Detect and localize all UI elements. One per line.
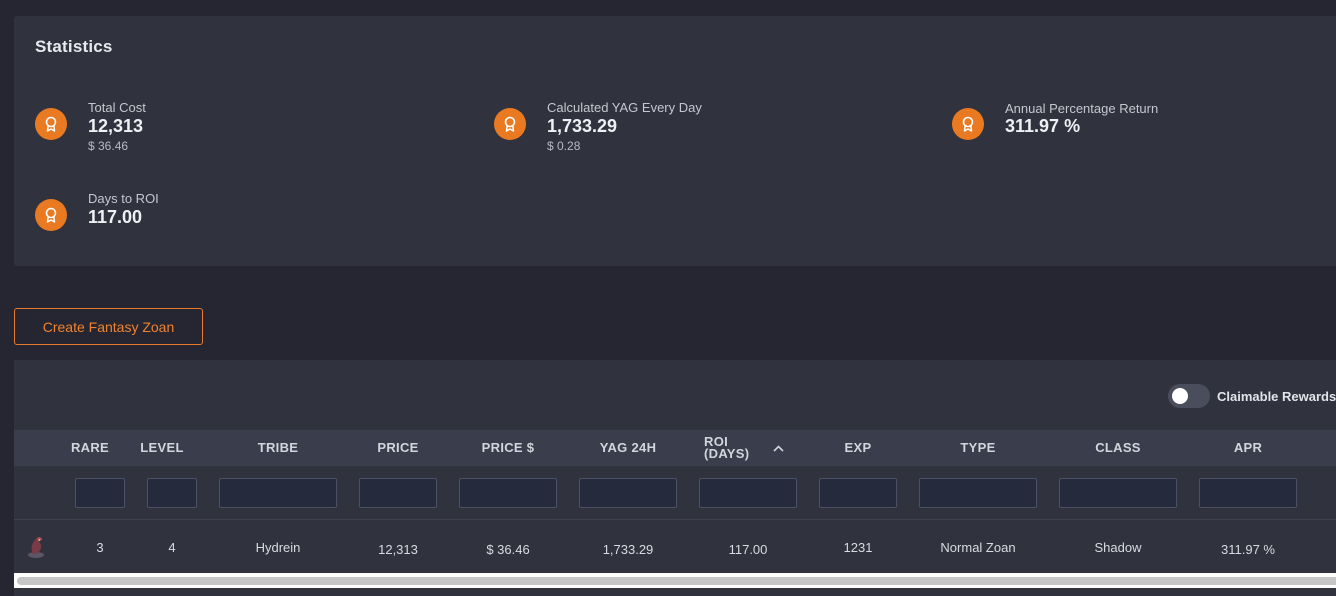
cell-apr: 311.97 % (1221, 541, 1275, 557)
horizontal-scrollbar[interactable] (14, 573, 1336, 588)
filter-roi-days-input[interactable] (699, 478, 797, 508)
table-row[interactable]: 3 4 Hydrein 12,313 $ 36.46 1,733.29 117.… (14, 521, 1336, 573)
cell-exp: 1231 (843, 539, 873, 555)
column-header-level[interactable]: LEVEL (132, 430, 192, 466)
column-header-price[interactable]: PRICE (359, 430, 437, 466)
award-icon (35, 108, 67, 140)
award-icon (952, 108, 984, 140)
stat-value: 12,313 (88, 116, 144, 136)
cell-type: Normal Zoan (940, 539, 1016, 555)
create-fantasy-zoan-button[interactable]: Create Fantasy Zoan (14, 308, 203, 345)
filter-level-input[interactable] (147, 478, 197, 508)
statistics-title: Statistics (35, 37, 113, 56)
statistics-card: Statistics Total Cost 12,313 $ 36.46 Cal… (14, 16, 1336, 266)
sort-ascending-icon[interactable] (768, 430, 788, 466)
filter-rare-input[interactable] (75, 478, 125, 508)
column-header-roi-days[interactable]: ROI (DAYS) (704, 430, 754, 466)
stat-label: Days to ROI (88, 191, 159, 206)
scrollbar-thumb[interactable] (17, 577, 1336, 585)
award-icon (35, 199, 67, 231)
claimable-rewards-label: Claimable Rewards (1217, 389, 1336, 404)
column-header-roi-days-label: ROI (DAYS) (704, 434, 750, 461)
column-header-class[interactable]: CLASS (1059, 430, 1177, 466)
cell-tribe: Hydrein (255, 539, 301, 555)
filter-yag-24h-input[interactable] (579, 478, 677, 508)
cell-price-usd: $ 36.46 (486, 541, 530, 557)
claimable-rewards-toggle[interactable] (1168, 384, 1210, 408)
column-header-tribe[interactable]: TRIBE (219, 430, 337, 466)
stat-value: 1,733.29 (547, 116, 618, 136)
cell-rare: 3 (96, 539, 104, 555)
stat-label: Total Cost (88, 100, 146, 115)
table-header: RARE LEVEL TRIBE PRICE PRICE $ YAG 24H R… (14, 430, 1336, 466)
column-header-price-usd[interactable]: PRICE $ (459, 430, 557, 466)
column-header-yag-24h[interactable]: YAG 24H (579, 430, 677, 466)
stat-value: 311.97 % (1005, 116, 1081, 136)
zoan-table-card: Claimable Rewards RARE LEVEL TRIBE PRICE… (14, 360, 1336, 596)
column-header-exp[interactable]: EXP (819, 430, 897, 466)
cell-level: 4 (168, 539, 176, 555)
cell-roi-days: 117.00 (728, 541, 768, 557)
column-header-rare[interactable]: RARE (60, 430, 120, 466)
stat-value: 117.00 (88, 207, 143, 227)
cell-price: 12,313 (378, 541, 418, 557)
column-header-type[interactable]: TYPE (919, 430, 1037, 466)
toggle-knob (1172, 388, 1188, 404)
filter-exp-input[interactable] (819, 478, 897, 508)
filter-apr-input[interactable] (1199, 478, 1297, 508)
filter-tribe-input[interactable] (219, 478, 337, 508)
stat-sub-value: $ 36.46 (88, 139, 129, 153)
filter-class-input[interactable] (1059, 478, 1177, 508)
zoan-avatar (22, 521, 52, 573)
stat-sub-value: $ 0.28 (547, 139, 581, 153)
cell-yag-24h: 1,733.29 (602, 541, 654, 557)
cell-class: Shadow (1094, 539, 1142, 555)
award-icon (494, 108, 526, 140)
stat-label: Annual Percentage Return (1005, 101, 1159, 116)
filter-type-input[interactable] (919, 478, 1037, 508)
filter-price-usd-input[interactable] (459, 478, 557, 508)
column-header-apr[interactable]: APR (1199, 430, 1297, 466)
filter-price-input[interactable] (359, 478, 437, 508)
stat-label: Calculated YAG Every Day (547, 100, 702, 115)
filter-row (14, 466, 1336, 520)
